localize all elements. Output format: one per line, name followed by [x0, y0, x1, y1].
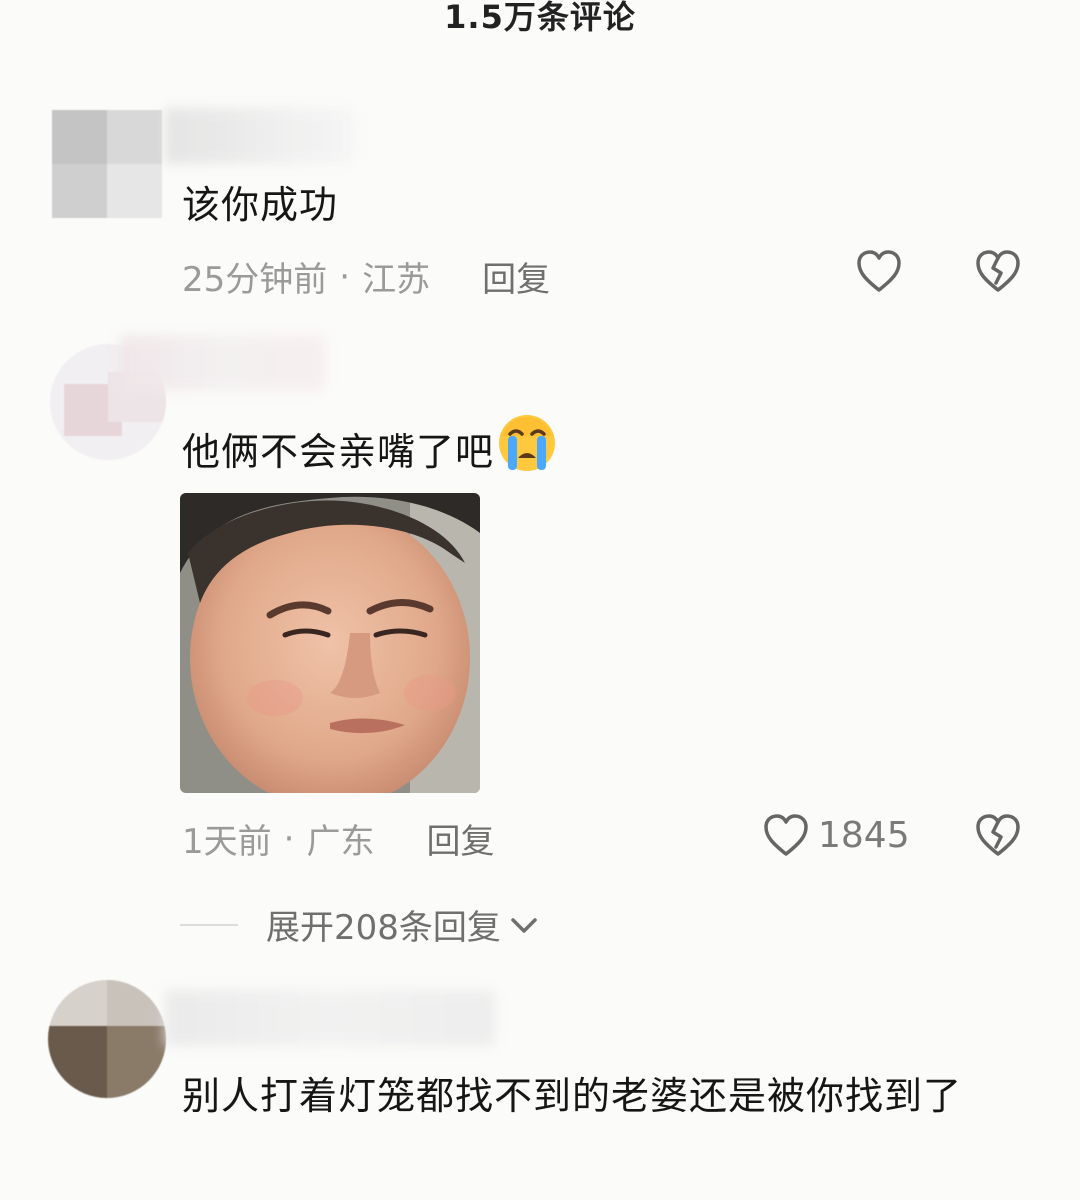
- comments-header: 1.5万条评论: [0, 0, 1080, 40]
- crying-face-emoji: [496, 412, 558, 491]
- broken-heart-icon: [976, 250, 1020, 292]
- username-blurred[interactable]: [165, 990, 495, 1046]
- avatar[interactable]: [52, 110, 162, 218]
- heart-outline-icon: [857, 250, 901, 292]
- chevron-down-icon: [511, 917, 537, 933]
- comment-count-title: 1.5万条评论: [444, 0, 636, 36]
- comment-text-content: 他俩不会亲嘴了吧: [182, 429, 495, 474]
- like-button[interactable]: [855, 248, 903, 294]
- like-button[interactable]: 1845: [762, 812, 910, 858]
- username-blurred[interactable]: [120, 335, 325, 391]
- avatar[interactable]: [48, 980, 166, 1098]
- separator-dot: ·: [283, 818, 295, 859]
- expand-replies-button[interactable]: 展开208条回复: [180, 900, 541, 949]
- comment-meta: 25分钟前 · 江苏 回复: [182, 252, 550, 301]
- reply-button[interactable]: 回复: [426, 814, 494, 863]
- comment-location: 江苏: [362, 260, 431, 300]
- username-blurred[interactable]: [165, 108, 355, 164]
- comment-time: 25分钟前: [182, 260, 328, 300]
- dislike-button[interactable]: [974, 248, 1022, 294]
- comment-meta: 1天前 · 广东 回复: [182, 814, 494, 863]
- comment-text: 该你成功: [182, 183, 339, 227]
- comment-time: 1天前: [182, 822, 272, 862]
- heart-outline-icon: [764, 814, 808, 856]
- separator-dot: ·: [339, 256, 351, 297]
- dislike-button[interactable]: [974, 812, 1022, 858]
- reply-button[interactable]: 回复: [482, 252, 550, 301]
- sticker-image[interactable]: [180, 493, 480, 793]
- like-count: 1845: [818, 814, 910, 856]
- comment-location: 广东: [306, 822, 375, 862]
- broken-heart-icon: [976, 814, 1020, 856]
- sticker-face-photo: [180, 493, 480, 793]
- expand-replies-label: 展开208条回复: [266, 908, 501, 948]
- divider-line: [180, 923, 238, 926]
- comment-text: 他俩不会亲嘴了吧: [182, 412, 558, 491]
- comment-item: 该你成功 25分钟前 · 江苏 回复: [0, 100, 1080, 320]
- comment-text: 别人打着灯笼都找不到的老婆还是被你找到了: [182, 1074, 963, 1118]
- comment-item: 他俩不会亲嘴了吧 1天前 · 广东 回复 1845 展开208条回复: [0, 330, 1080, 950]
- comment-item: 别人打着灯笼都找不到的老婆还是被你找到了: [0, 970, 1080, 1200]
